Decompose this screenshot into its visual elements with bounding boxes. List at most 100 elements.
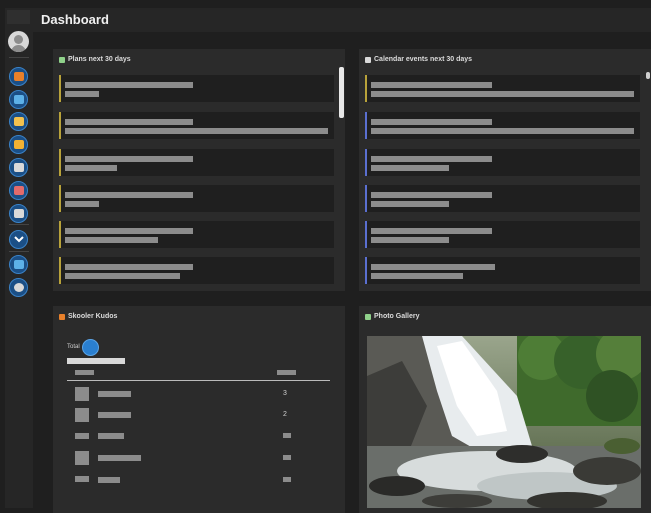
kudos-row-label	[98, 391, 131, 397]
placeholder-line	[65, 237, 158, 243]
kudos-title-text: Skooler Kudos	[68, 313, 118, 320]
kudos-icon	[59, 313, 65, 320]
waterfall-photo[interactable]	[367, 336, 641, 508]
files-icon-glyph	[13, 140, 24, 149]
kudos-row-icon	[75, 451, 89, 465]
placeholder-line	[371, 273, 463, 279]
calendar-event-card[interactable]	[365, 185, 640, 212]
calendar-scrollbar[interactable]	[646, 72, 650, 79]
total-label: Total	[67, 344, 80, 350]
plan-card[interactable]	[59, 257, 334, 284]
calendar-panel: Calendar events next 30 days	[359, 49, 651, 291]
card-accent	[59, 221, 61, 248]
plans-scrollbar[interactable]	[339, 67, 344, 118]
table-header-divider	[67, 380, 330, 381]
card-accent	[365, 112, 367, 139]
card-accent	[365, 257, 367, 284]
placeholder-line	[371, 119, 492, 125]
card-accent	[59, 257, 61, 284]
total-badge	[82, 339, 99, 356]
placeholder-line	[371, 201, 449, 207]
photo-gallery-panel: Photo Gallery	[359, 306, 651, 513]
avatar[interactable]	[8, 31, 29, 52]
calendar-panel-title: Calendar events next 30 days	[365, 56, 472, 63]
kudos-row-value: 2	[283, 411, 287, 418]
kudos-row-value	[283, 433, 291, 438]
placeholder-line	[65, 119, 193, 125]
avatar-body-shape	[11, 45, 26, 52]
plan-card[interactable]	[59, 221, 334, 248]
calendar-icon-glyph	[13, 209, 24, 218]
placeholder-line	[65, 264, 193, 270]
card-accent	[59, 112, 61, 139]
sidebar-header	[7, 10, 30, 24]
card-accent	[365, 221, 367, 248]
calendar-icon[interactable]	[9, 204, 28, 223]
calendar-event-card[interactable]	[365, 257, 640, 284]
kudos-row-value	[283, 477, 291, 482]
placeholder-line	[371, 192, 492, 198]
calendar-event-card[interactable]	[365, 149, 640, 176]
plan-card[interactable]	[59, 75, 334, 102]
notes-icon-glyph	[13, 117, 24, 126]
signout-icon-glyph	[13, 260, 24, 269]
gallery-title-text: Photo Gallery	[374, 313, 420, 320]
placeholder-line	[65, 165, 117, 171]
plans-title-text: Plans next 30 days	[68, 56, 131, 63]
signout-icon[interactable]	[9, 255, 28, 274]
kudos-table-title	[67, 358, 125, 364]
placeholder-line	[371, 264, 495, 270]
kudos-panel: Skooler Kudos Total 3 2	[53, 306, 345, 513]
waterfall-photo-art	[367, 336, 641, 508]
kudos-row-label	[98, 412, 131, 418]
plans-panel: Plans next 30 days	[53, 49, 345, 291]
sidebar	[5, 8, 33, 508]
placeholder-line	[65, 128, 328, 134]
placeholder-line	[371, 165, 449, 171]
placeholder-line	[65, 82, 193, 88]
chat-icon[interactable]	[9, 90, 28, 109]
kudos-row-icon	[75, 387, 89, 401]
notes-icon[interactable]	[9, 112, 28, 131]
placeholder-line	[371, 156, 492, 162]
placeholder-line	[371, 128, 634, 134]
chat-icon-glyph	[13, 95, 24, 104]
kudos-row-label	[98, 455, 141, 461]
page-title: Dashboard	[41, 12, 109, 27]
kudos-row-label	[98, 477, 120, 483]
sidebar-divider	[9, 57, 29, 58]
placeholder-line	[371, 237, 449, 243]
calendar-event-card[interactable]	[365, 75, 640, 102]
card-accent	[365, 149, 367, 176]
document-icon-glyph	[13, 163, 24, 172]
column-header	[75, 370, 94, 375]
plan-card[interactable]	[59, 112, 334, 139]
people-icon[interactable]	[9, 181, 28, 200]
plan-card[interactable]	[59, 149, 334, 176]
card-accent	[59, 75, 61, 102]
column-header	[277, 370, 296, 375]
kudos-row-value: 3	[283, 390, 287, 397]
home-icon-glyph	[13, 72, 24, 81]
document-icon[interactable]	[9, 158, 28, 177]
card-accent	[59, 149, 61, 176]
sidebar-divider	[9, 251, 29, 252]
plans-icon	[59, 56, 65, 63]
avatar-head-shape	[14, 35, 23, 44]
card-accent	[365, 75, 367, 102]
sidebar-divider	[9, 224, 29, 225]
home-icon[interactable]	[9, 67, 28, 86]
files-icon[interactable]	[9, 135, 28, 154]
card-accent	[365, 185, 367, 212]
calendar-event-card[interactable]	[365, 221, 640, 248]
kudos-row-icon	[75, 476, 89, 482]
calendar-event-card[interactable]	[365, 112, 640, 139]
plan-card[interactable]	[59, 185, 334, 212]
plans-panel-title: Plans next 30 days	[59, 56, 131, 63]
settings-icon-glyph	[13, 283, 24, 292]
settings-icon[interactable]	[9, 278, 28, 297]
kudos-row-icon	[75, 433, 89, 439]
chevron-down-icon[interactable]	[9, 230, 28, 249]
kudos-row-value	[283, 455, 291, 460]
calendar-title-text: Calendar events next 30 days	[374, 56, 473, 63]
